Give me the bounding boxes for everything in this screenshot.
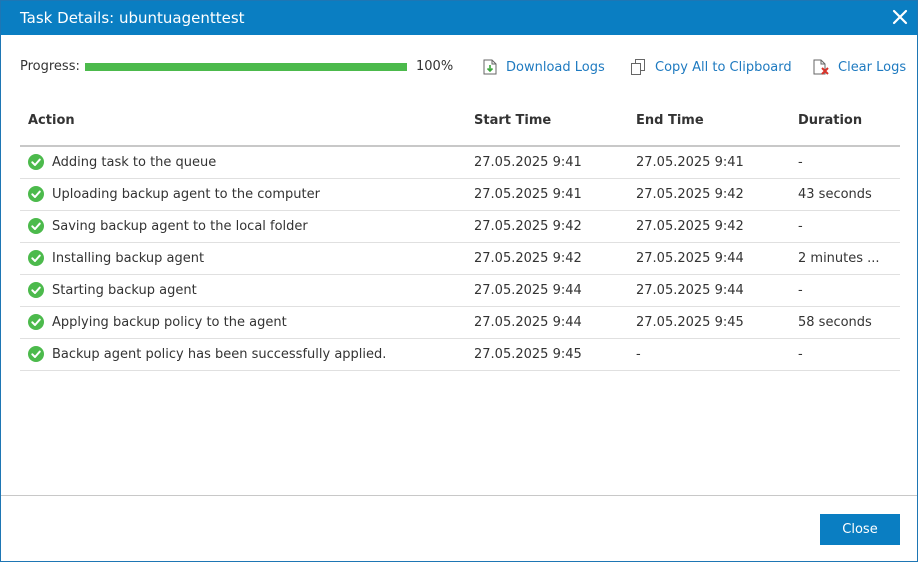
download-logs-label: Download Logs (506, 59, 605, 75)
end-time-cell: 27.05.2025 9:45 (636, 315, 744, 330)
success-check-icon (28, 346, 44, 362)
end-time-cell: 27.05.2025 9:41 (636, 155, 744, 170)
success-check-icon (28, 282, 44, 298)
success-check-icon (28, 250, 44, 266)
dialog-title: Task Details: ubuntuagenttest (20, 9, 245, 27)
duration-cell: 58 seconds (798, 315, 872, 330)
table-body: Adding task to the queue 27.05.2025 9:41 2… (20, 147, 900, 371)
start-time-cell: 27.05.2025 9:44 (474, 283, 582, 298)
progress-fill (85, 63, 407, 71)
duration-cell: 43 seconds (798, 187, 872, 202)
end-time-cell: 27.05.2025 9:44 (636, 283, 744, 298)
duration-cell: - (798, 219, 803, 234)
progress-percent: 100% (416, 59, 454, 74)
column-header-duration[interactable]: Duration (798, 113, 862, 128)
dialog-titlebar: Task Details: ubuntuagenttest (1, 1, 917, 35)
success-check-icon (28, 186, 44, 202)
end-time-cell: 27.05.2025 9:42 (636, 187, 744, 202)
copy-all-label: Copy All to Clipboard (655, 59, 792, 75)
action-cell: Starting backup agent (52, 283, 197, 298)
clear-logs-icon (813, 59, 829, 75)
column-header-start-time[interactable]: Start Time (474, 113, 551, 128)
end-time-cell: 27.05.2025 9:44 (636, 251, 744, 266)
table-row[interactable]: Backup agent policy has been successfull… (20, 339, 900, 371)
task-actions-table: Action Start Time End Time Duration Addi… (20, 97, 900, 371)
clear-logs-label: Clear Logs (838, 59, 907, 75)
column-header-end-time[interactable]: End Time (636, 113, 704, 128)
start-time-cell: 27.05.2025 9:42 (474, 251, 582, 266)
progress-label: Progress: (20, 59, 80, 74)
dialog-footer: Close (1, 495, 917, 562)
end-time-cell: 27.05.2025 9:42 (636, 219, 744, 234)
start-time-cell: 27.05.2025 9:41 (474, 187, 582, 202)
success-check-icon (28, 218, 44, 234)
table-row[interactable]: Adding task to the queue 27.05.2025 9:41 2… (20, 147, 900, 179)
table-row[interactable]: Saving backup agent to the local folder 2… (20, 211, 900, 243)
progress-bar (85, 63, 407, 71)
close-button[interactable]: Close (820, 514, 900, 545)
download-icon (483, 59, 497, 75)
download-logs-button[interactable]: Download Logs (483, 57, 605, 77)
table-row[interactable]: Applying backup policy to the agent 27.05… (20, 307, 900, 339)
duration-cell: - (798, 283, 803, 298)
table-header: Action Start Time End Time Duration (20, 97, 900, 147)
column-header-action[interactable]: Action (28, 113, 75, 128)
action-cell: Backup agent policy has been successfull… (52, 347, 387, 362)
success-check-icon (28, 154, 44, 170)
duration-cell: 2 minutes ... (798, 251, 880, 266)
action-cell: Applying backup policy to the agent (52, 315, 287, 330)
action-cell: Saving backup agent to the local folder (52, 219, 308, 234)
action-cell: Uploading backup agent to the computer (52, 187, 320, 202)
table-row[interactable]: Starting backup agent 27.05.2025 9:44 27.0… (20, 275, 900, 307)
toolbar: Progress: 100% Download Logs Copy All to… (1, 35, 917, 97)
clear-logs-button[interactable]: Clear Logs (813, 57, 906, 77)
copy-icon (631, 59, 645, 75)
table-row[interactable]: Uploading backup agent to the computer 27… (20, 179, 900, 211)
action-cell: Adding task to the queue (52, 155, 217, 170)
duration-cell: - (798, 347, 803, 362)
success-check-icon (28, 314, 44, 330)
start-time-cell: 27.05.2025 9:44 (474, 315, 582, 330)
end-time-cell: - (636, 347, 641, 362)
duration-cell: - (798, 155, 803, 170)
copy-to-clipboard-button[interactable]: Copy All to Clipboard (631, 57, 792, 77)
action-cell: Installing backup agent (52, 251, 205, 266)
table-row[interactable]: Installing backup agent 27.05.2025 9:42 27… (20, 243, 900, 275)
start-time-cell: 27.05.2025 9:42 (474, 219, 582, 234)
start-time-cell: 27.05.2025 9:41 (474, 155, 582, 170)
close-icon[interactable] (891, 8, 909, 26)
task-details-dialog: Task Details: ubuntuagenttest Progress: … (0, 0, 918, 562)
start-time-cell: 27.05.2025 9:45 (474, 347, 582, 362)
